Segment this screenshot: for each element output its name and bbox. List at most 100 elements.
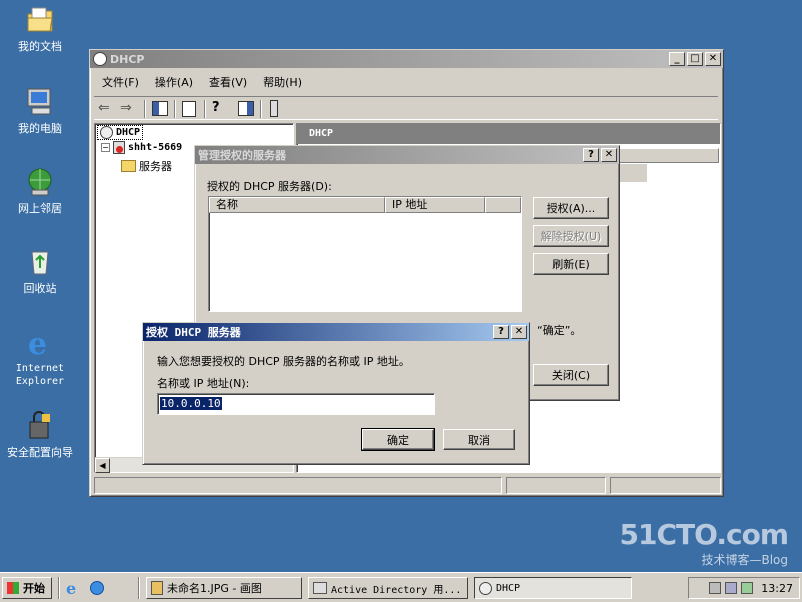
desktop-icon-label: 回收站: [23, 282, 57, 295]
menu-action[interactable]: 操作(A): [147, 74, 201, 90]
minimize-button[interactable]: _: [669, 52, 685, 66]
clock[interactable]: 13:27: [761, 582, 793, 595]
tree-server-label: shht-5669: [128, 142, 183, 153]
deauthorize-button[interactable]: 解除授权(U): [533, 225, 609, 247]
status-bar: [94, 477, 721, 494]
tray-network-icon[interactable]: [709, 582, 722, 594]
desktop-icon-network[interactable]: 网上邻居: [0, 166, 80, 215]
taskbar: 开始 e 未命名1.JPG - 画图 Active Directory 用...…: [0, 572, 802, 602]
tree-server-node[interactable]: − shht-5669: [101, 141, 182, 154]
scroll-left-button[interactable]: ◀: [95, 458, 110, 473]
tree-child-label: 服务器: [139, 160, 172, 173]
authorize-dialog-title-bar[interactable]: 授权 DHCP 服务器 ? ✕: [143, 323, 529, 341]
authorize-dhcp-server-dialog: 授权 DHCP 服务器 ? ✕ 输入您想要授权的 DHCP 服务器的名称或 IP…: [142, 322, 530, 465]
desktop-icon-label-line2: Explorer: [15, 376, 65, 387]
name-or-ip-label: 名称或 IP 地址(N):: [157, 377, 250, 390]
tray-volume-icon[interactable]: [725, 582, 738, 594]
desktop-icon-internet-explorer[interactable]: e Internet Explorer: [0, 326, 80, 388]
menu-help[interactable]: 帮助(H): [255, 74, 310, 90]
dhcp-window-title: DHCP: [110, 52, 145, 66]
refresh-button[interactable]: 刷新(E): [533, 253, 609, 275]
manage-dialog-title: 管理授权的服务器: [198, 149, 286, 162]
watermark-logo: 51CTO.com: [619, 518, 789, 551]
column-header-name[interactable]: 名称: [209, 197, 385, 213]
system-tray: 13:27: [688, 577, 800, 599]
back-arrow-icon[interactable]: ⇐: [98, 100, 110, 116]
quick-launch-ie-icon[interactable]: e: [66, 579, 76, 598]
watermark: 51CTO.com 技术博客—Blog: [619, 518, 789, 568]
task-paint[interactable]: 未命名1.JPG - 画图: [146, 577, 302, 599]
network-globe-icon: [24, 166, 56, 198]
forward-arrow-icon[interactable]: ⇒: [120, 100, 132, 116]
help-button[interactable]: ?: [583, 148, 599, 162]
active-directory-icon: [313, 582, 327, 594]
panel-icon[interactable]: [238, 101, 254, 116]
instruction-text-partial: “确定”。: [537, 324, 582, 337]
server-icon[interactable]: [270, 100, 278, 117]
task-paint-label: 未命名1.JPG - 画图: [167, 582, 262, 595]
maximize-button[interactable]: □: [687, 52, 703, 66]
folder-icon: [24, 4, 56, 36]
manage-dialog-title-bar[interactable]: 管理授权的服务器 ? ✕: [195, 146, 619, 164]
dhcp-icon: [100, 126, 113, 139]
desktop-icon-my-documents[interactable]: 我的文档: [0, 4, 80, 53]
authorized-servers-list[interactable]: 名称 IP 地址: [208, 196, 522, 312]
menu-view[interactable]: 查看(V): [201, 74, 255, 90]
dhcp-icon: [479, 581, 492, 595]
desktop-icon-label: 网上邻居: [18, 202, 62, 215]
desktop-icon-my-computer[interactable]: 我的电脑: [0, 86, 80, 135]
authorize-dialog-title: 授权 DHCP 服务器: [146, 326, 241, 339]
properties-icon[interactable]: [182, 101, 196, 117]
authorize-button[interactable]: 授权(A)...: [533, 197, 609, 219]
svg-text:e: e: [28, 327, 47, 358]
desktop-icon-label: 我的文档: [18, 40, 62, 53]
desktop-icon-recycle-bin[interactable]: 回收站: [0, 246, 80, 295]
server-error-icon: [113, 141, 125, 154]
collapse-icon[interactable]: −: [101, 143, 110, 152]
desktop-icon-label: 我的电脑: [18, 122, 62, 135]
close-button[interactable]: ✕: [705, 52, 721, 66]
start-button[interactable]: 开始: [2, 577, 52, 599]
dhcp-title-bar[interactable]: DHCP _ □ ✕: [90, 50, 723, 68]
computer-icon: [24, 86, 56, 118]
menu-file[interactable]: 文件(F): [94, 74, 147, 90]
desktop-icon-label: Internet: [15, 363, 65, 374]
security-wizard-icon: [24, 410, 56, 442]
cancel-button[interactable]: 取消: [443, 429, 515, 450]
recycle-bin-icon: [24, 246, 56, 278]
watermark-subtitle: 技术博客—Blog: [701, 553, 788, 567]
desktop-icon-label: 安全配置向导: [7, 446, 73, 459]
list-header: 名称 IP 地址: [209, 197, 521, 213]
authorize-prompt: 输入您想要授权的 DHCP 服务器的名称或 IP 地址。: [157, 355, 410, 368]
dhcp-app-icon: [93, 52, 107, 66]
folder-icon: [121, 160, 136, 172]
task-dhcp[interactable]: DHCP: [474, 577, 632, 599]
task-active-directory[interactable]: Active Directory 用...: [308, 577, 468, 599]
menu-bar: 文件(F) 操作(A) 查看(V) 帮助(H): [94, 72, 310, 92]
input-selected-text: 10.0.0.10: [160, 397, 222, 410]
column-header-strip: [617, 148, 719, 163]
close-button[interactable]: ✕: [601, 148, 617, 162]
toolbar: ⇐ ⇒ ?: [94, 96, 718, 120]
help-button[interactable]: ?: [493, 325, 509, 339]
column-header-ip[interactable]: IP 地址: [385, 197, 485, 213]
close-dialog-button[interactable]: 关闭(C): [533, 364, 609, 386]
detail-header-label: DHCP: [309, 128, 334, 139]
start-label: 开始: [23, 582, 45, 595]
windows-logo-icon: [7, 582, 19, 594]
task-dhcp-label: DHCP: [496, 582, 521, 594]
tree-child-node[interactable]: 服务器: [121, 158, 172, 174]
detail-row-highlight: [617, 164, 647, 182]
show-tree-icon[interactable]: [152, 101, 168, 116]
desktop-icon-security-wizard[interactable]: 安全配置向导: [0, 410, 80, 459]
quick-launch-explorer-icon[interactable]: [90, 581, 104, 595]
ok-button[interactable]: 确定: [361, 428, 435, 451]
help-icon[interactable]: ?: [212, 100, 220, 115]
close-button[interactable]: ✕: [511, 325, 527, 339]
task-ad-label: Active Directory 用...: [331, 584, 462, 596]
name-or-ip-input[interactable]: 10.0.0.10: [157, 393, 435, 415]
authorized-servers-label: 授权的 DHCP 服务器(D):: [207, 180, 332, 193]
tree-root-dhcp[interactable]: DHCP: [97, 125, 144, 140]
internet-explorer-icon: e: [24, 326, 56, 362]
tray-lan-icon[interactable]: [741, 582, 754, 594]
